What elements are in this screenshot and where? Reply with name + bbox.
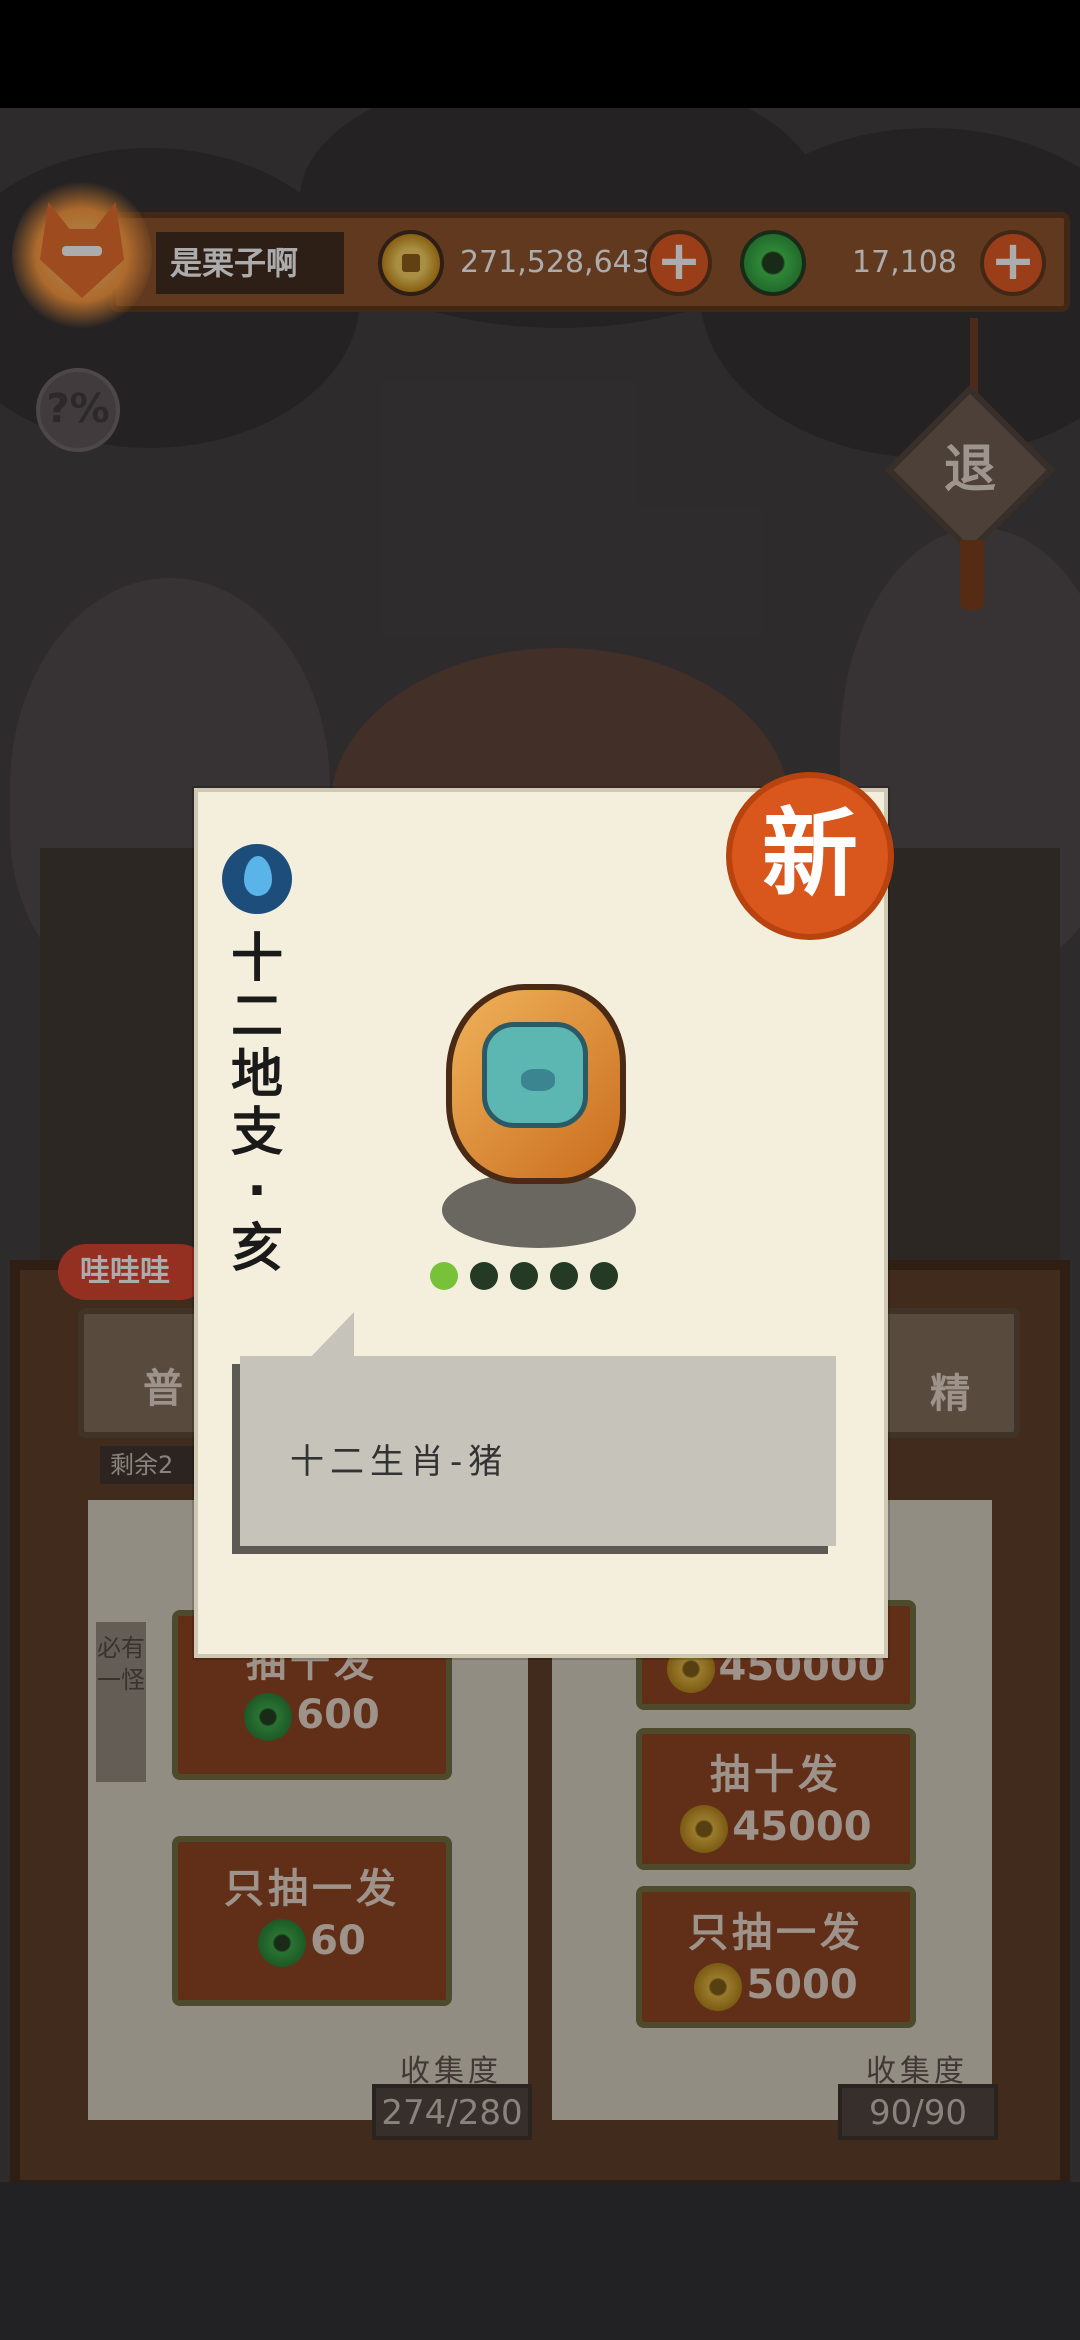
water-drop-icon xyxy=(222,844,292,914)
star-empty-icon xyxy=(470,1262,498,1290)
pig-icon xyxy=(482,1022,588,1128)
title-char: · xyxy=(247,1161,267,1221)
star-empty-icon xyxy=(590,1262,618,1290)
new-badge: 新 xyxy=(726,772,894,940)
navigation-bar xyxy=(0,2182,1080,2340)
title-char: 十 xyxy=(230,929,283,989)
card-description: 十二生肖-猪 xyxy=(290,1442,509,1482)
card-title: 十 二 地 支 · 亥 xyxy=(222,930,292,1278)
star-rating xyxy=(430,1262,650,1302)
star-empty-icon xyxy=(550,1262,578,1290)
title-char: 地 xyxy=(230,1045,283,1105)
star-empty-icon xyxy=(510,1262,538,1290)
title-char: 支 xyxy=(230,1103,283,1163)
status-bar xyxy=(0,0,1080,108)
title-char: 亥 xyxy=(230,1219,283,1279)
pig-snout xyxy=(521,1069,555,1091)
star-filled-icon xyxy=(430,1262,458,1290)
title-char: 二 xyxy=(230,987,283,1047)
